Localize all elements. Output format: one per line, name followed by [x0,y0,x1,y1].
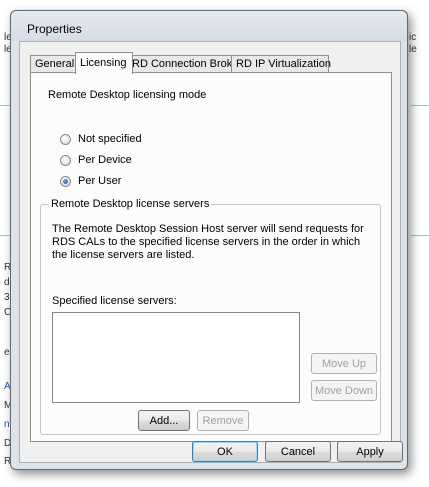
window-title: Properties [27,22,82,36]
background-divider [411,105,429,106]
tab-general[interactable]: General [30,55,76,73]
ok-button[interactable]: OK [192,441,258,462]
radio-button-selected[interactable] [60,175,71,187]
background-text: le [409,44,417,55]
background-text: ic [409,32,417,43]
move-up-button[interactable]: Move Up [311,353,377,374]
group-description: The Remote Desktop Session Host server w… [52,223,364,261]
radio-button[interactable] [60,133,71,145]
radio-per-device[interactable]: Per Device [60,153,132,167]
tab-rd-ip-virtualization[interactable]: RD IP Virtualization [231,55,331,73]
background-divider [411,235,429,236]
radio-label: Not specified [78,133,142,145]
servers-list-label: Specified license servers: [52,295,177,307]
radio-label: Per Device [78,154,132,166]
license-servers-group: Remote Desktop license servers The Remot… [40,198,381,435]
move-down-button[interactable]: Move Down [311,380,377,401]
radio-label: Per User [78,175,122,187]
properties-dialog: Properties General Licensing RD Connecti… [10,10,408,470]
dialog-client-area: General Licensing RD Connection Broker R… [19,41,403,463]
licensing-mode-label: Remote Desktop licensing mode [48,89,207,101]
tab-licensing[interactable]: Licensing [75,52,133,74]
remove-button[interactable]: Remove [197,410,249,431]
tab-rd-connection-broker[interactable]: RD Connection Broker [127,55,242,73]
group-legend: Remote Desktop license servers [49,198,212,210]
radio-not-specified[interactable]: Not specified [60,132,142,146]
title-bar[interactable]: Properties [11,11,407,41]
add-button[interactable]: Add... [138,410,190,431]
radio-per-user[interactable]: Per User [60,174,121,188]
cancel-button[interactable]: Cancel [265,441,331,462]
licensing-panel: Remote Desktop licensing mode Not specif… [30,72,392,442]
apply-button[interactable]: Apply [337,441,403,462]
license-servers-list[interactable] [52,312,300,403]
radio-button[interactable] [60,154,71,166]
